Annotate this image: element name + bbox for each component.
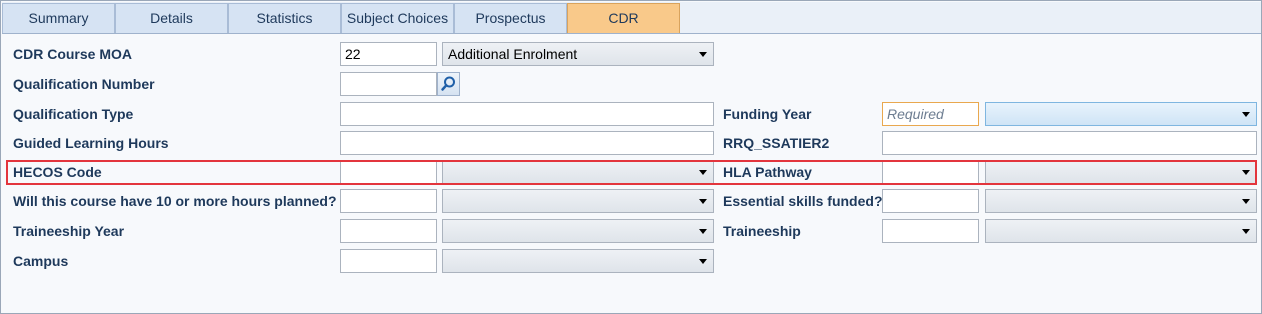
chevron-down-icon <box>1242 170 1250 175</box>
ten-hours-planned-select[interactable] <box>442 189 714 213</box>
rrq-ssatier2-label: RRQ_SSATIER2 <box>723 135 830 151</box>
cdr-course-moa-select-value: Additional Enrolment <box>448 46 578 62</box>
hla-pathway-label: HLA Pathway <box>723 164 812 180</box>
qualification-number-label: Qualification Number <box>13 76 155 92</box>
cdr-panel: Summary Details Statistics Subject Choic… <box>0 0 1262 314</box>
campus-select[interactable] <box>442 249 714 273</box>
traineeship-select[interactable] <box>985 219 1257 243</box>
tab-cdr[interactable]: CDR <box>567 3 680 33</box>
traineeship-year-label: Traineeship Year <box>13 223 125 239</box>
chevron-down-icon <box>699 170 707 175</box>
essential-skills-funded-input[interactable] <box>882 189 979 213</box>
qualification-type-label: Qualification Type <box>13 106 134 122</box>
chevron-down-icon <box>1242 199 1250 204</box>
traineeship-year-input[interactable] <box>340 219 437 243</box>
chevron-down-icon <box>699 229 707 234</box>
campus-input[interactable] <box>340 249 437 273</box>
ten-hours-planned-label: Will this course have 10 or more hours p… <box>13 193 337 209</box>
chevron-down-icon <box>699 199 707 204</box>
hecos-code-select[interactable] <box>442 160 714 184</box>
guided-learning-hours-input[interactable] <box>340 131 714 155</box>
cdr-course-moa-select[interactable]: Additional Enrolment <box>442 42 714 66</box>
chevron-down-icon <box>1242 229 1250 234</box>
qualification-search-button[interactable] <box>437 72 460 96</box>
tab-bar: Summary Details Statistics Subject Choic… <box>2 2 1261 34</box>
funding-year-select[interactable] <box>985 102 1257 126</box>
chevron-down-icon <box>1242 112 1250 117</box>
chevron-down-icon <box>699 52 707 57</box>
cdr-course-moa-label: CDR Course MOA <box>13 46 133 62</box>
traineeship-input[interactable] <box>882 219 979 243</box>
funding-year-label: Funding Year <box>723 106 812 122</box>
essential-skills-funded-label: Essential skills funded? <box>723 193 883 209</box>
campus-label: Campus <box>13 253 69 269</box>
search-icon <box>441 76 455 91</box>
traineeship-label: Traineeship <box>723 223 801 239</box>
guided-learning-hours-label: Guided Learning Hours <box>13 135 169 151</box>
ten-hours-planned-input[interactable] <box>340 189 437 213</box>
traineeship-year-select[interactable] <box>442 219 714 243</box>
tab-prospectus[interactable]: Prospectus <box>454 3 567 33</box>
chevron-down-icon <box>699 259 707 264</box>
funding-year-input[interactable]: Required <box>882 102 979 126</box>
funding-year-placeholder: Required <box>887 106 944 122</box>
qualification-type-input[interactable] <box>340 102 714 126</box>
hecos-code-label: HECOS Code <box>13 164 102 180</box>
qualification-number-input[interactable] <box>340 72 437 96</box>
hla-pathway-select[interactable] <box>985 160 1257 184</box>
rrq-ssatier2-input[interactable] <box>882 131 1257 155</box>
hecos-code-input[interactable] <box>340 160 437 184</box>
tab-subject-choices[interactable]: Subject Choices <box>341 3 454 33</box>
cdr-course-moa-input[interactable]: 22 <box>340 42 437 66</box>
hla-pathway-input[interactable] <box>882 160 979 184</box>
tab-summary[interactable]: Summary <box>2 3 115 33</box>
tab-statistics[interactable]: Statistics <box>228 3 341 33</box>
essential-skills-funded-select[interactable] <box>985 189 1257 213</box>
tab-details[interactable]: Details <box>115 3 228 33</box>
